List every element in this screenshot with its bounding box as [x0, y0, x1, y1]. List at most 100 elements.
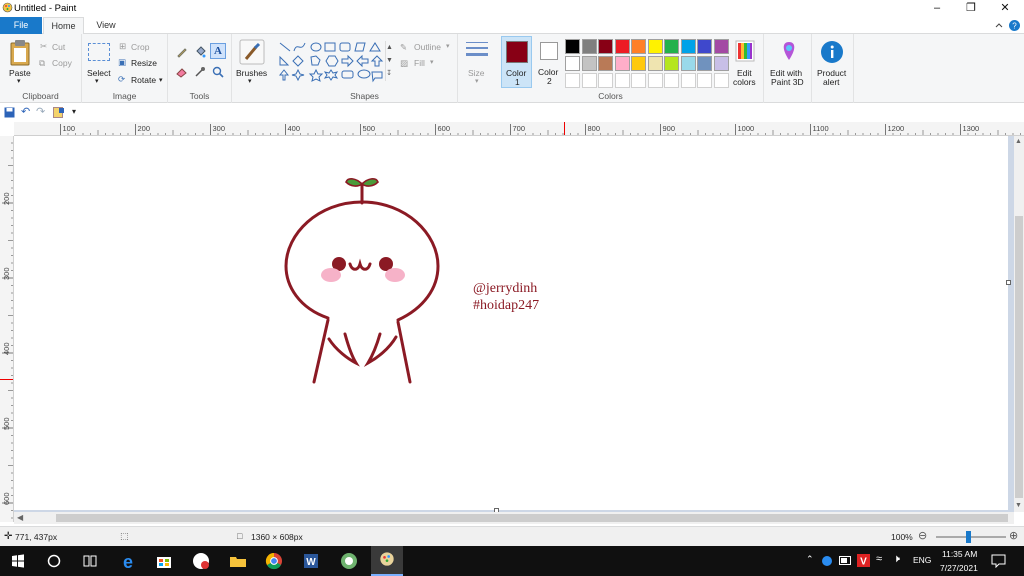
collapse-ribbon-icon[interactable] [995, 22, 1003, 28]
properties-icon[interactable] [53, 107, 65, 118]
palette-swatch[interactable] [697, 56, 712, 71]
palette-swatch-empty[interactable] [713, 73, 729, 88]
outline-button[interactable]: Outline [414, 42, 441, 52]
select-icon[interactable] [88, 43, 110, 61]
paste-dropdown-icon[interactable]: ▾ [17, 77, 21, 85]
rotate-button[interactable]: Rotate [131, 75, 156, 85]
paste-icon[interactable] [9, 39, 31, 67]
palette-swatch[interactable] [581, 39, 597, 54]
scroll-down-icon[interactable]: ▼ [1015, 502, 1022, 509]
fill-dropdown-icon[interactable]: ▾ [430, 58, 434, 66]
zoom-slider[interactable] [936, 536, 1006, 538]
antivirus-icon[interactable]: V [857, 554, 870, 567]
horizontal-scrollbar[interactable]: ◀ [14, 512, 1014, 524]
color-picker-icon[interactable] [194, 66, 206, 78]
palette-swatch-empty[interactable] [598, 73, 613, 88]
select-dropdown-icon[interactable]: ▾ [95, 77, 99, 85]
palette-swatch-empty[interactable] [647, 73, 663, 88]
fill-button[interactable]: Fill [414, 58, 425, 68]
resize-button[interactable]: Resize [131, 58, 157, 68]
wifi-icon[interactable]: ≈ [876, 553, 882, 565]
scroll-up-icon[interactable]: ▲ [1015, 138, 1022, 145]
palette-swatch[interactable] [565, 39, 580, 54]
palette-swatch[interactable] [598, 56, 613, 71]
tray-app-icon[interactable] [821, 555, 833, 567]
brushes-dropdown-icon[interactable]: ▾ [248, 77, 252, 85]
minimize-button[interactable]: – [920, 0, 954, 17]
crop-button[interactable]: Crop [131, 42, 149, 52]
crop-icon[interactable]: ⊞ [119, 41, 126, 52]
copy-icon[interactable]: ⧉ [39, 58, 45, 69]
brushes-button[interactable]: Brushes [236, 68, 267, 78]
resize-handle-right[interactable] [1006, 280, 1011, 285]
palette-swatch-empty[interactable] [565, 73, 580, 88]
palette-swatch[interactable] [664, 39, 679, 54]
edit-colors-icon[interactable] [735, 40, 755, 64]
palette-swatch[interactable] [713, 56, 729, 71]
undo-icon[interactable]: ↶ [21, 105, 30, 118]
clock-date[interactable]: 7/27/2021 [940, 563, 978, 573]
color2-button[interactable]: Color 2 [534, 36, 565, 88]
vertical-scrollbar[interactable]: ▲ ▼ [1014, 136, 1024, 512]
palette-swatch-empty[interactable] [631, 73, 646, 88]
palette-swatch-empty[interactable] [614, 73, 630, 88]
palette-swatch[interactable] [581, 56, 597, 71]
zoom-in-icon[interactable]: ⊕ [1009, 529, 1018, 542]
horizontal-scroll-thumb[interactable] [56, 514, 1008, 522]
cortana-icon[interactable] [42, 549, 66, 573]
store-icon[interactable] [152, 549, 176, 573]
info-icon[interactable] [820, 40, 844, 64]
paint-taskbar-button[interactable] [371, 546, 403, 576]
rotate-dropdown-icon[interactable]: ▾ [159, 76, 163, 84]
palette-swatch-empty[interactable] [664, 73, 679, 88]
palette-swatch[interactable] [565, 56, 580, 71]
save-icon[interactable] [4, 107, 15, 118]
magnifier-icon[interactable] [212, 66, 224, 78]
palette-swatch[interactable] [598, 39, 613, 54]
shapes-scroll[interactable]: ▲ ▼ ↧ [385, 41, 393, 81]
palette-swatch[interactable] [631, 39, 646, 54]
palette-swatch[interactable] [697, 39, 712, 54]
outline-icon[interactable]: ✎ [400, 42, 407, 53]
palette-swatch[interactable] [680, 56, 696, 71]
show-hidden-icons-icon[interactable]: ⌃ [806, 554, 814, 565]
customize-qat-icon[interactable]: ▾ [72, 107, 76, 116]
palette-swatch[interactable] [647, 56, 663, 71]
select-button[interactable]: Select [87, 68, 111, 78]
zoom-out-icon[interactable]: ⊖ [918, 529, 927, 542]
rotate-icon[interactable]: ⟳ [118, 74, 125, 85]
shapes-gallery[interactable] [278, 40, 390, 84]
palette-swatch[interactable] [647, 39, 663, 54]
scroll-left-icon[interactable]: ◀ [17, 513, 23, 522]
palette-swatch[interactable] [713, 39, 729, 54]
redo-icon[interactable]: ↷ [36, 105, 45, 118]
brushes-icon[interactable] [239, 39, 265, 65]
palette-swatch[interactable] [614, 56, 630, 71]
color1-button[interactable]: Color 1 [501, 36, 532, 88]
cut-button[interactable]: Cut [52, 42, 65, 52]
palette-swatch[interactable] [614, 39, 630, 54]
file-explorer-icon[interactable] [226, 549, 250, 573]
cut-icon[interactable]: ✂ [40, 41, 47, 52]
battery-icon[interactable] [839, 556, 852, 566]
tab-home[interactable]: Home [43, 17, 84, 35]
size-icon[interactable] [466, 40, 488, 60]
drawing-canvas[interactable]: @jerrydinh #hoidap247 [14, 136, 1008, 510]
word-icon[interactable]: W [299, 549, 323, 573]
text-tool-icon[interactable]: A [210, 43, 226, 59]
tab-view[interactable]: View [86, 17, 126, 34]
windows-start-icon[interactable] [6, 549, 30, 573]
palette-swatch[interactable] [631, 56, 646, 71]
fill-icon[interactable]: ▨ [400, 58, 408, 69]
palette-swatch[interactable] [680, 39, 696, 54]
zoom-slider-thumb[interactable] [966, 531, 971, 543]
zalo-app-icon[interactable] [337, 549, 361, 573]
resize-icon[interactable]: ▣ [118, 57, 126, 68]
clock-time[interactable]: 11:35 AM [942, 549, 977, 559]
palette-swatch-empty[interactable] [697, 73, 712, 88]
restore-button[interactable]: ❐ [954, 0, 988, 17]
edge-icon[interactable]: e [116, 549, 140, 573]
eraser-icon[interactable] [176, 66, 188, 78]
fill-bucket-icon[interactable] [194, 46, 206, 58]
copy-button[interactable]: Copy [52, 58, 72, 68]
